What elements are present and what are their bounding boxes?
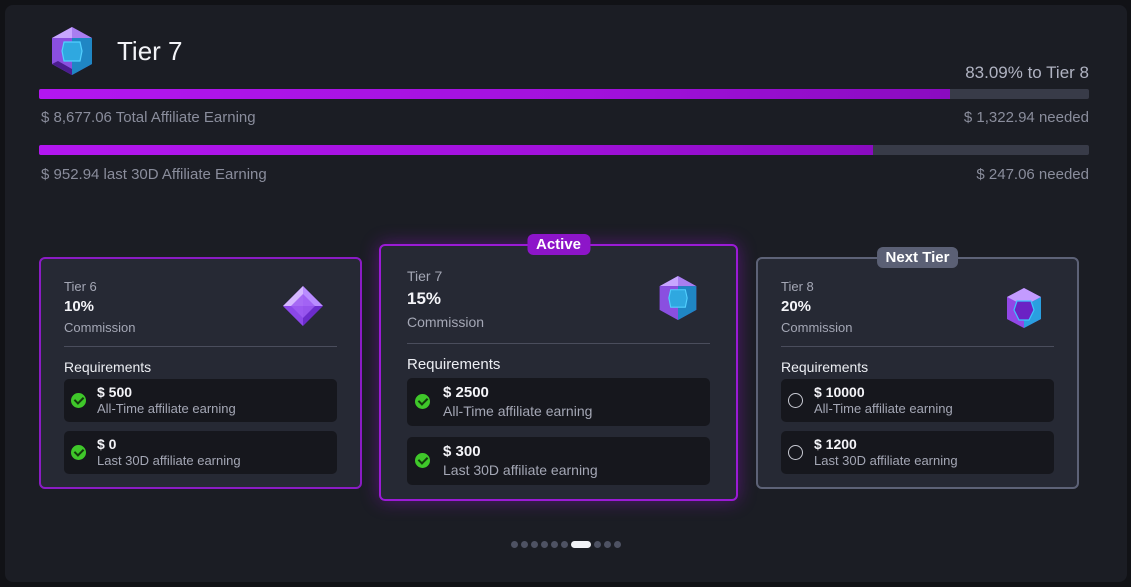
requirement-all-time: $ 10000 All-Time affiliate earning (781, 379, 1054, 422)
check-circle-icon (415, 394, 430, 409)
diamond-gem-icon (283, 286, 323, 326)
current-tier-title: Tier 7 (117, 36, 183, 66)
check-circle-icon (71, 393, 86, 408)
pagination-dot[interactable] (510, 541, 518, 549)
card-divider (407, 343, 710, 344)
progress-to-next-tier: 83.09% to Tier 8 (965, 63, 1089, 82)
requirement-description: Last 30D affiliate earning (97, 453, 241, 468)
last30d-earning-progress-fill (39, 145, 873, 155)
last30d-earning-label: $ 952.94 last 30D Affiliate Earning (41, 166, 267, 183)
empty-circle-icon (788, 445, 803, 460)
tier-name: Tier 8 (781, 279, 814, 294)
tier-card-8[interactable]: Next Tier Tier 8 20% Commission Requirem… (756, 247, 1079, 489)
pagination-dot[interactable] (530, 541, 538, 549)
pagination-dot[interactable] (540, 541, 548, 549)
commission-label: Commission (407, 314, 485, 330)
active-badge: Active (526, 234, 591, 255)
check-circle-icon (415, 453, 430, 468)
total-earning-needed: $ 1,322.94 needed (963, 109, 1089, 126)
pagination-dot[interactable] (603, 541, 611, 549)
requirements-heading: Requirements (781, 359, 869, 375)
last30d-earning-progress-bar (39, 145, 1089, 155)
check-circle-icon (71, 445, 86, 460)
total-earning-progress-fill (39, 89, 951, 99)
commission-label: Commission (64, 320, 136, 335)
requirement-description: Last 30D affiliate earning (814, 453, 958, 468)
requirement-amount: $ 300 (443, 443, 481, 460)
pagination-dot[interactable] (560, 541, 568, 549)
pagination-dot[interactable] (550, 541, 558, 549)
carousel-pagination (0, 536, 1131, 554)
commission-percent: 15% (407, 289, 442, 308)
hexagon-gem-icon (659, 276, 697, 320)
requirement-description: All-Time affiliate earning (814, 401, 953, 416)
requirement-amount: $ 1200 (814, 436, 857, 452)
card-divider (781, 346, 1054, 347)
cube-gem-icon (1007, 288, 1041, 328)
empty-circle-icon (788, 393, 803, 408)
requirements-heading: Requirements (64, 359, 152, 375)
commission-label: Commission (781, 320, 853, 335)
hexagon-gem-icon (52, 27, 92, 75)
commission-percent: 20% (781, 298, 812, 315)
requirement-last30d: $ 0 Last 30D affiliate earning (64, 431, 337, 474)
pagination-dot[interactable] (570, 541, 591, 549)
requirement-description: All-Time affiliate earning (443, 403, 593, 419)
tier-card-7[interactable]: Active Tier 7 15% Commission Requirement… (379, 234, 738, 501)
requirement-all-time: $ 500 All-Time affiliate earning (64, 379, 337, 422)
requirement-last30d: $ 300 Last 30D affiliate earning (407, 437, 710, 485)
requirement-amount: $ 500 (97, 384, 133, 400)
requirement-description: All-Time affiliate earning (97, 401, 236, 416)
total-earning-progress-bar (39, 89, 1089, 99)
last30d-earning-needed: $ 247.06 needed (976, 166, 1089, 183)
total-earning-label: $ 8,677.06 Total Affiliate Earning (41, 109, 256, 126)
requirement-all-time: $ 2500 All-Time affiliate earning (407, 378, 710, 426)
commission-percent: 10% (64, 298, 95, 315)
tier-card-6[interactable]: Tier 6 10% Commission Requirements $ 500… (39, 257, 362, 489)
requirement-amount: $ 2500 (443, 384, 489, 401)
requirement-last30d: $ 1200 Last 30D affiliate earning (781, 431, 1054, 474)
requirements-heading: Requirements (407, 356, 501, 373)
tier-name: Tier 7 (407, 268, 443, 284)
requirement-amount: $ 10000 (814, 384, 865, 400)
pagination-dot[interactable] (520, 541, 528, 549)
pagination-dot[interactable] (613, 541, 621, 549)
requirement-amount: $ 0 (97, 436, 117, 452)
next-tier-badge: Next Tier (876, 247, 959, 268)
requirement-description: Last 30D affiliate earning (443, 462, 598, 478)
tier-name: Tier 6 (64, 279, 97, 294)
card-divider (64, 346, 337, 347)
pagination-dot[interactable] (593, 541, 601, 549)
